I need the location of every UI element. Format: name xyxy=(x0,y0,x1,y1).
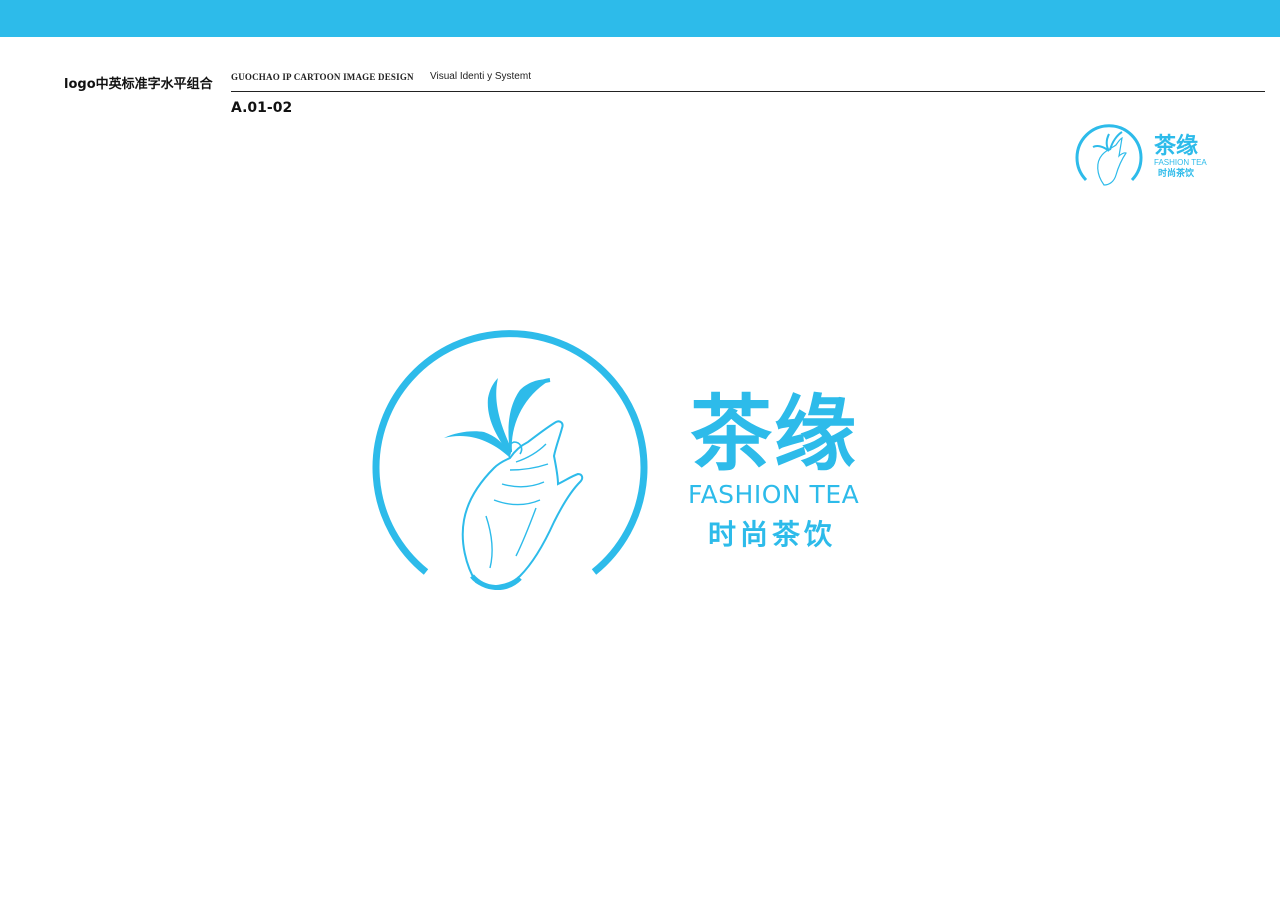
small-brand-english: FASHION TEA xyxy=(1154,158,1207,167)
header-divider xyxy=(231,91,1265,92)
small-logo-emblem-icon xyxy=(1075,124,1143,186)
page-code: A.01-02 xyxy=(231,100,293,116)
main-logo: 茶缘 FASHION TEA 时尚茶饮 xyxy=(372,330,859,590)
design-title: GUOCHAO IP CARTOON IMAGE DESIGN xyxy=(231,72,414,82)
small-brand-chinese: 茶缘 xyxy=(1154,133,1198,159)
small-logo: 茶缘 FASHION TEA 时尚茶饮 xyxy=(1075,124,1207,186)
section-title: logo中英标准字水平组合 xyxy=(64,77,213,92)
top-color-bar xyxy=(0,0,1280,37)
hand-holding-tea-leaf-icon xyxy=(372,330,648,590)
system-title: Visual Identi y Systemt xyxy=(430,71,531,82)
small-tagline-chinese: 时尚茶饮 xyxy=(1158,167,1195,179)
tagline-chinese: 时尚茶饮 xyxy=(708,518,836,551)
brand-chinese: 茶缘 xyxy=(690,386,858,482)
brand-english: FASHION TEA xyxy=(688,480,859,509)
